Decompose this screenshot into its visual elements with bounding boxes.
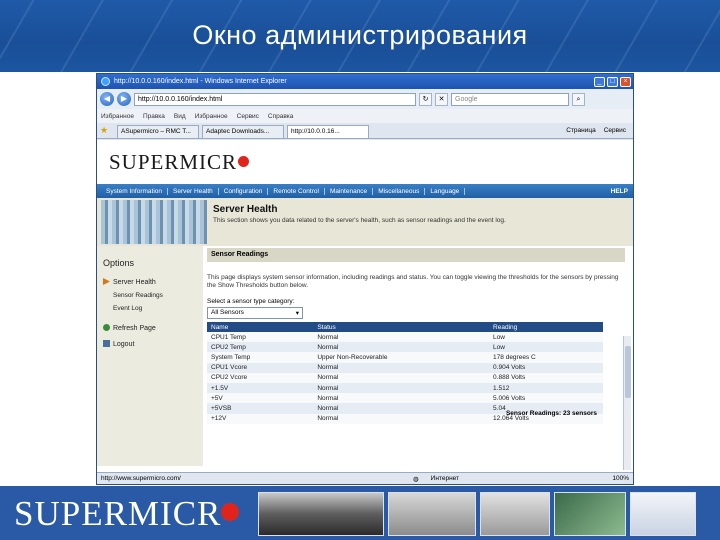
- nav-item[interactable]: Configuration: [219, 187, 269, 195]
- footer-band: SUPERMICR: [0, 486, 720, 540]
- help-button[interactable]: HELP: [606, 188, 633, 195]
- status-url: http://www.supermicro.com/: [101, 475, 181, 482]
- nav-item[interactable]: Maintenance: [325, 187, 374, 195]
- browser-tab[interactable]: ASupermicro – RMC T...: [117, 125, 199, 138]
- chevron-down-icon: ▾: [295, 310, 299, 317]
- tools-menu[interactable]: Сервис: [604, 127, 626, 134]
- table-row: CPU2 Temp Normal Low: [207, 342, 603, 353]
- browser-tab[interactable]: Adaptec Downloads...: [202, 125, 284, 138]
- search-input[interactable]: Google: [451, 92, 569, 106]
- search-icon[interactable]: ⌕: [572, 92, 585, 106]
- slide-title: Окно администрирования: [192, 20, 528, 50]
- sensor-table: Name Status Reading CPU1 Temp Normal Low C…: [207, 322, 603, 424]
- page-menu[interactable]: Страница: [566, 127, 595, 134]
- browser-tab-active[interactable]: http://10.0.0.16...: [287, 125, 369, 138]
- table-row: System Temp Upper Non-Recoverable 178 degr…: [207, 352, 603, 363]
- nav-item[interactable]: Remote Control: [268, 187, 325, 195]
- status-bar: http://www.supermicro.com/ ◍ Интернет 10…: [97, 472, 633, 484]
- server-health-banner: Server Health This section shows you dat…: [97, 198, 633, 246]
- option-server-health[interactable]: Server Health: [103, 278, 203, 286]
- refresh-page-link[interactable]: Refresh Page: [103, 324, 203, 332]
- section-description: This page displays system sensor informa…: [207, 274, 619, 289]
- address-bar-row: ◀ ▶ http://10.0.0.160/index.html ↻ ✕ Goo…: [97, 89, 633, 109]
- sensor-type-label: Select a sensor type category:: [207, 298, 295, 305]
- vertical-scrollbar[interactable]: [623, 336, 631, 470]
- favorites-star-icon[interactable]: ★: [100, 125, 114, 136]
- menu-item[interactable]: Правка: [143, 113, 165, 120]
- software-screen-image: [630, 492, 696, 536]
- logout-link[interactable]: Logout: [103, 340, 203, 348]
- logout-icon: [103, 340, 110, 347]
- table-row: CPU1 Vcore Normal 0.904 Volts: [207, 362, 603, 373]
- refresh-icon: [103, 324, 110, 331]
- command-bar: Страница Сервис: [566, 127, 630, 134]
- globe-icon: ◍: [413, 475, 419, 483]
- nav-item-active[interactable]: Server Health: [168, 187, 219, 195]
- browser-title-bar: http://10.0.0.160/index.html - Windows I…: [97, 74, 633, 89]
- table-row: +5V Normal 5.006 Volts: [207, 393, 603, 404]
- forward-icon[interactable]: ▶: [117, 92, 131, 106]
- nav-item[interactable]: Language: [425, 187, 466, 195]
- address-input[interactable]: http://10.0.0.160/index.html: [134, 92, 416, 106]
- menu-item[interactable]: Справка: [268, 113, 294, 120]
- close-button[interactable]: ×: [620, 76, 631, 87]
- browser-window: http://10.0.0.160/index.html - Windows I…: [96, 73, 634, 485]
- banner-description: This section shows you data related to t…: [213, 217, 506, 224]
- option-event-log[interactable]: Event Log: [103, 305, 203, 312]
- menu-item[interactable]: Избранное: [195, 113, 228, 120]
- table-row: +1.5V Normal 1.512: [207, 382, 603, 394]
- options-title: Options: [103, 258, 135, 268]
- menu-item[interactable]: Избранное: [101, 113, 134, 120]
- stop-icon[interactable]: ✕: [435, 92, 448, 106]
- ie-icon: [101, 77, 110, 86]
- storage-server-image: [480, 492, 550, 536]
- column-header[interactable]: Status: [313, 322, 490, 332]
- back-icon[interactable]: ◀: [100, 92, 114, 106]
- nav-item[interactable]: System Information: [101, 187, 168, 195]
- option-sensor-readings[interactable]: Sensor Readings: [103, 292, 203, 299]
- table-row: CPU1 Temp Normal Low: [207, 332, 603, 343]
- rack-server-image: [388, 492, 476, 536]
- page-viewport: SUPERMICR System Information Server Heal…: [97, 140, 633, 472]
- menu-item[interactable]: Сервис: [237, 113, 259, 120]
- minimize-button[interactable]: _: [594, 76, 605, 87]
- arrow-icon: [103, 278, 110, 285]
- maximize-button[interactable]: □: [607, 76, 618, 87]
- options-sidebar: Options Server Health Sensor Readings Ev…: [97, 246, 203, 466]
- refresh-icon[interactable]: ↻: [419, 92, 432, 106]
- zoom-level[interactable]: 100%: [612, 475, 629, 482]
- sensor-content: Sensor Readings This page displays syste…: [203, 246, 633, 466]
- section-title: Sensor Readings: [207, 248, 625, 262]
- footer-supermicro-logo: SUPERMICR: [14, 494, 240, 534]
- app-nav-menu: System Information Server Health Configu…: [97, 184, 633, 198]
- sensor-count-label: Sensor Readings: 23 sensors: [505, 410, 597, 417]
- column-header[interactable]: Reading: [489, 322, 603, 332]
- server-chassis-image: [258, 492, 384, 536]
- nav-item[interactable]: Miscellaneous: [373, 187, 426, 195]
- sensor-type-select[interactable]: All Sensors ▾: [207, 307, 303, 319]
- security-zone: Интернет: [430, 475, 460, 482]
- column-header[interactable]: Name: [207, 322, 314, 332]
- table-row: CPU2 Vcore Normal 0.888 Volts: [207, 372, 603, 383]
- menu-bar: Избранное Правка Вид Избранное Сервис Сп…: [97, 109, 633, 123]
- motherboard-image: [554, 492, 626, 536]
- scrollbar-thumb[interactable]: [625, 346, 631, 398]
- supermicro-logo: SUPERMICR: [97, 140, 633, 184]
- banner-title: Server Health: [213, 204, 278, 215]
- server-room-image: [101, 200, 207, 244]
- menu-item[interactable]: Вид: [174, 113, 186, 120]
- slide-title-band: Окно администрирования: [0, 0, 720, 72]
- tab-bar: ★ ASupermicro – RMC T... Adaptec Downloa…: [97, 123, 633, 139]
- browser-window-title: http://10.0.0.160/index.html - Windows I…: [114, 78, 287, 85]
